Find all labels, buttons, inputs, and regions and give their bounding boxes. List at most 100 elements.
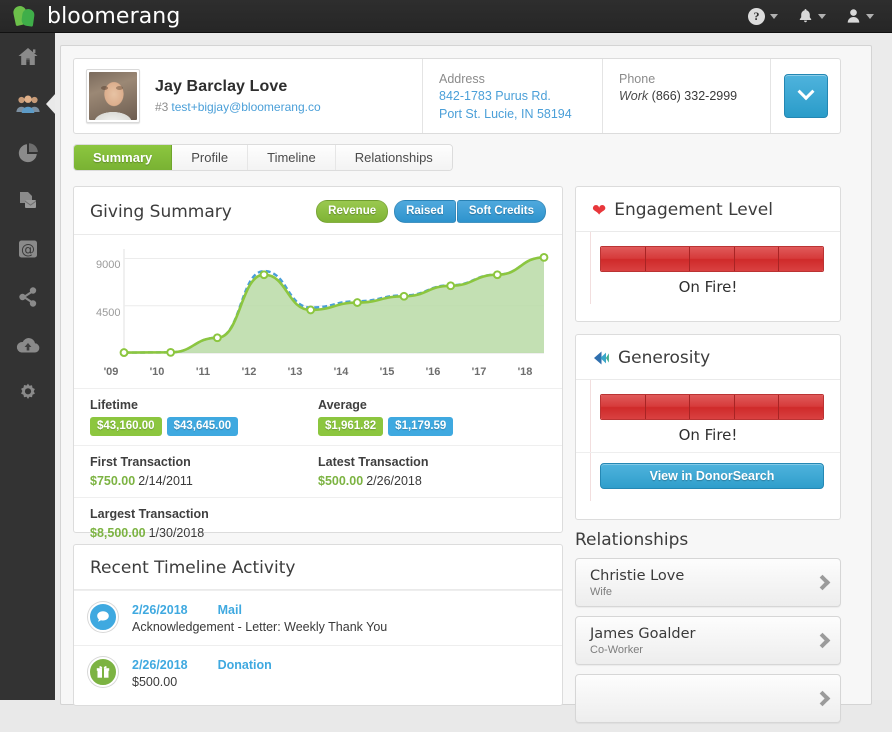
address-line-2[interactable]: Port St. Lucie, IN 58194 xyxy=(439,107,602,122)
documents-mail-icon xyxy=(16,189,40,213)
timeline-item-date[interactable]: 2/26/2018 xyxy=(132,603,188,617)
toggle-raised[interactable]: Raised xyxy=(394,200,456,223)
donorsearch-logo-icon xyxy=(592,350,610,366)
gear-icon xyxy=(16,381,40,405)
sidebar-item-settings[interactable] xyxy=(0,369,55,417)
timeline-item-type[interactable]: Mail xyxy=(218,603,242,617)
chevron-right-icon xyxy=(814,690,831,707)
average-raised-value: $1,179.59 xyxy=(388,417,454,436)
timeline-item-type[interactable]: Donation xyxy=(218,658,272,672)
chevron-down-icon xyxy=(866,13,874,19)
first-transaction-amount: $750.00 xyxy=(90,474,136,488)
x-axis-ticks: '09 '10 '11 '12 '13 '14 '15 '16 '17 '18 xyxy=(88,366,548,378)
relationship-role: Wife xyxy=(590,585,612,598)
svg-text:@: @ xyxy=(21,242,35,258)
first-transaction-stat: First Transaction $750.00 2/14/2011 xyxy=(90,455,318,488)
contact-email-link[interactable]: test+bigjay@bloomerang.co xyxy=(171,100,320,114)
contact-subline: #3 test+bigjay@bloomerang.co xyxy=(155,100,321,114)
timeline-item[interactable]: 2/26/2018 Mail Acknowledgement - Letter:… xyxy=(74,590,562,645)
engagement-meter-area: On Fire! xyxy=(576,232,840,304)
relationship-role: Co-Worker xyxy=(590,643,643,656)
generosity-title: Generosity xyxy=(618,348,711,368)
first-transaction-label: First Transaction xyxy=(90,455,191,469)
bell-icon xyxy=(798,8,813,24)
sidebar-item-social[interactable] xyxy=(0,273,55,321)
cloud-upload-icon xyxy=(15,334,41,356)
x-axis-tick: '09 xyxy=(103,366,119,378)
sidebar-item-letters[interactable] xyxy=(0,177,55,225)
y-axis-tick-lower: 4500 xyxy=(96,306,121,319)
donorsearch-action-area: View in DonorSearch xyxy=(576,452,840,501)
help-menu[interactable]: ? xyxy=(748,7,778,25)
tab-timeline[interactable]: Timeline xyxy=(248,145,336,170)
timeline-item-date[interactable]: 2/26/2018 xyxy=(132,658,188,672)
giving-summary-panel: Giving Summary Revenue Raised Soft Credi… xyxy=(73,186,563,540)
chevron-down-icon xyxy=(797,83,814,101)
meter-segment xyxy=(601,247,646,271)
largest-transaction-stat: Largest Transaction $8,500.00 1/30/2018 xyxy=(90,507,318,540)
lifetime-raised-value: $43,645.00 xyxy=(166,417,239,436)
contact-id: #3 xyxy=(155,100,169,114)
x-axis-tick: '14 xyxy=(333,366,349,378)
relationship-item[interactable]: Christie Love Wife xyxy=(575,558,841,607)
help-icon: ? xyxy=(748,7,765,25)
meter-segment xyxy=(645,395,691,419)
top-navigation-bar: bloomerang ? xyxy=(0,0,892,33)
giving-chart[interactable]: 9000 4500 xyxy=(88,245,549,363)
stat-empty-cell xyxy=(318,507,546,540)
sidebar-item-constituents[interactable] xyxy=(0,81,56,129)
meter-segment xyxy=(601,395,646,419)
chevron-right-icon xyxy=(814,574,831,591)
tab-summary[interactable]: Summary xyxy=(74,145,173,170)
tab-profile[interactable]: Profile xyxy=(172,145,249,170)
generosity-panel: Generosity On Fire! View in DonorSearch xyxy=(575,334,841,520)
relationship-name: Christie Love xyxy=(590,567,685,584)
recent-timeline-title: Recent Timeline Activity xyxy=(90,558,296,578)
sidebar-item-import[interactable] xyxy=(0,321,55,369)
generosity-header: Generosity xyxy=(576,335,840,380)
toggle-revenue[interactable]: Revenue xyxy=(316,200,389,223)
largest-transaction-amount: $8,500.00 xyxy=(90,526,146,540)
meter-segment xyxy=(734,395,780,419)
x-axis-tick: '12 xyxy=(241,366,257,378)
phone-number: (866) 332-2999 xyxy=(651,89,738,103)
contact-name: Jay Barclay Love xyxy=(155,78,288,95)
lifetime-revenue-value: $43,160.00 xyxy=(90,417,162,436)
view-in-donorsearch-button[interactable]: View in DonorSearch xyxy=(600,463,824,489)
timeline-item[interactable]: 2/26/2018 Donation $500.00 xyxy=(74,645,562,700)
brand-logo[interactable]: bloomerang xyxy=(12,3,181,29)
address-line-1[interactable]: 842-1783 Purus Rd. xyxy=(439,89,602,104)
recent-timeline-header: Recent Timeline Activity xyxy=(74,545,562,590)
giving-chart-svg xyxy=(119,249,549,357)
lifetime-stat: Lifetime $43,160.00 $43,645.00 xyxy=(90,398,318,436)
engagement-level-value: On Fire! xyxy=(678,278,738,296)
generosity-meter-area: On Fire! xyxy=(576,380,840,452)
relationship-item[interactable] xyxy=(575,674,841,723)
sidebar-item-home[interactable] xyxy=(0,33,55,81)
at-sign-icon: @ xyxy=(16,237,40,261)
contact-tabs: Summary Profile Timeline Relationships xyxy=(73,144,453,171)
contact-header-card: Jay Barclay Love #3 test+bigjay@bloomeran… xyxy=(73,58,841,134)
sidebar-item-email[interactable]: @ xyxy=(0,225,55,273)
gift-icon xyxy=(88,657,118,687)
relationship-item[interactable]: James Goalder Co-Worker xyxy=(575,616,841,665)
pie-chart-icon xyxy=(16,141,40,165)
user-menu[interactable] xyxy=(846,8,874,24)
engagement-level-title: Engagement Level xyxy=(614,200,773,220)
tab-relationships[interactable]: Relationships xyxy=(335,145,452,170)
sidebar-item-reports[interactable] xyxy=(0,129,55,177)
average-label: Average xyxy=(318,398,367,412)
primary-sidebar: @ xyxy=(0,33,56,700)
chevron-down-icon xyxy=(770,13,778,19)
avatar[interactable] xyxy=(86,69,140,123)
contact-identity: Jay Barclay Love #3 test+bigjay@bloomeran… xyxy=(74,59,422,133)
brand-name: bloomerang xyxy=(47,3,181,29)
chevron-right-icon xyxy=(814,632,831,649)
notifications-menu[interactable] xyxy=(798,8,826,24)
phone-value: Work (866) 332-2999 xyxy=(619,89,770,104)
toggle-soft-credits[interactable]: Soft Credits xyxy=(456,200,546,223)
meter-segment xyxy=(779,395,823,419)
generosity-meter xyxy=(600,394,824,420)
expand-contact-button[interactable] xyxy=(783,74,828,118)
average-stat: Average $1,961.82 $1,179.59 xyxy=(318,398,546,436)
